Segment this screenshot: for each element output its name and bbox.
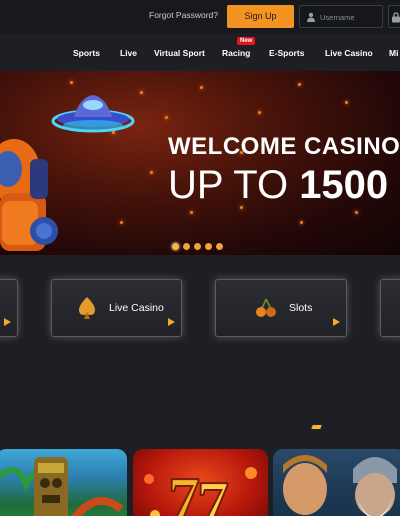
category-label: Live Casino <box>109 302 164 314</box>
carousel-dot[interactable] <box>194 243 201 250</box>
nav-item-racing[interactable]: Racing <box>222 48 250 58</box>
svg-text:7: 7 <box>168 464 200 516</box>
spade-icon <box>79 297 95 319</box>
banner-offer: UP TO 1500 <box>168 163 389 207</box>
sign-up-button[interactable]: Sign Up <box>227 5 294 28</box>
cherry-icon <box>256 298 276 317</box>
ufo-illustration <box>51 95 135 133</box>
nav-item-more[interactable]: Mi <box>389 48 398 58</box>
arrow-right-icon <box>333 318 340 326</box>
lock-icon <box>392 12 400 23</box>
main-nav: Sports Live Virtual Sport New Racing E-S… <box>0 33 400 71</box>
carousel-dot[interactable] <box>183 243 190 250</box>
category-card-live-casino[interactable]: Live Casino <box>51 279 182 337</box>
casino-page: Forgot Password? Sign Up Username Sports… <box>0 0 400 516</box>
game-thumbnail-vikings[interactable] <box>273 449 400 516</box>
nav-item-e-sports[interactable]: E-Sports <box>269 48 304 58</box>
game-thumbnail-lucky-seven[interactable]: 7 7 <box>133 449 268 516</box>
astronaut-character-illustration <box>0 139 58 251</box>
username-field[interactable]: Username <box>299 5 383 28</box>
top-bar: Forgot Password? Sign Up Username <box>0 0 400 33</box>
category-card-partial[interactable] <box>380 279 400 337</box>
nav-item-virtual-sport[interactable]: Virtual Sport <box>154 48 205 58</box>
lucky-seven-game-thumbnail: 7 7 <box>144 463 257 516</box>
forgot-password-link[interactable]: Forgot Password? <box>149 10 218 20</box>
nav-item-live-casino[interactable]: Live Casino <box>325 48 373 58</box>
vikings-game-thumbnail <box>283 455 397 516</box>
category-label: Slots <box>289 302 313 314</box>
nav-item-sports[interactable]: Sports <box>73 48 100 58</box>
arrow-right-icon <box>168 318 175 326</box>
banner-headline: WELCOME CASINO <box>168 133 400 160</box>
arrow-right-icon <box>4 318 11 326</box>
decorative-accent <box>311 425 322 429</box>
carousel-dot[interactable] <box>216 243 223 250</box>
user-icon <box>307 12 315 22</box>
nav-item-live[interactable]: Live <box>120 48 137 58</box>
svg-text:7: 7 <box>197 468 229 516</box>
category-card-slots[interactable]: Slots <box>215 279 347 337</box>
tiki-game-thumbnail <box>0 457 124 516</box>
username-placeholder: Username <box>320 13 355 22</box>
new-badge: New <box>237 37 256 45</box>
category-card-partial[interactable] <box>0 279 18 337</box>
promo-banner[interactable]: WELCOME CASINO UP TO 1500 <box>0 71 400 255</box>
game-thumbnail-tiki[interactable] <box>0 449 127 516</box>
password-field[interactable] <box>388 5 400 28</box>
carousel-dot[interactable] <box>205 243 212 250</box>
carousel-dot[interactable] <box>172 243 179 250</box>
